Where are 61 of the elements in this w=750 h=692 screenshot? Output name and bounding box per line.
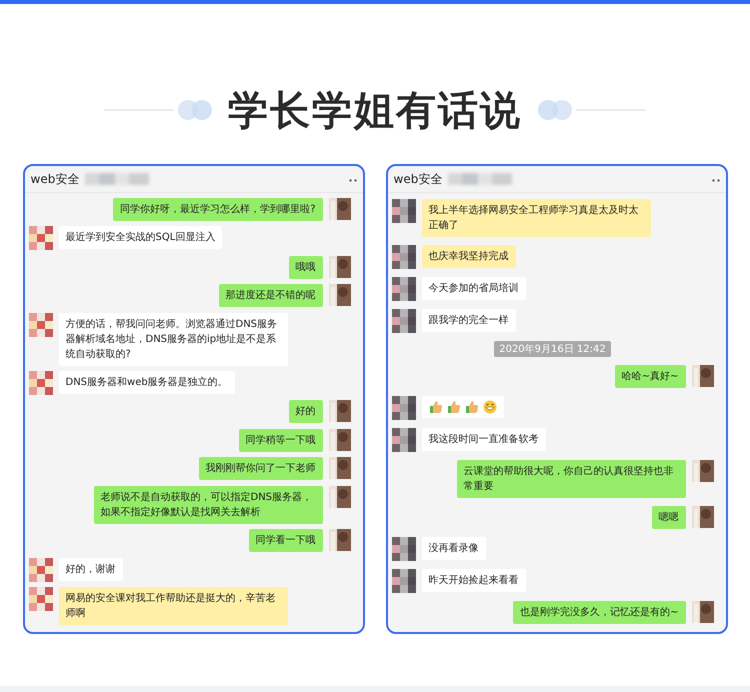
avatar-icon <box>692 365 714 387</box>
blurred-avatar-icon <box>392 245 416 269</box>
message-bubble: 哦哦 <box>288 256 322 279</box>
message-bubble: 我上半年选择网易安全工程师学习真是太及时太正确了 <box>422 199 650 237</box>
timestamp: 2020年9月16日 12:42 <box>494 341 611 357</box>
blurred-avatar-icon <box>392 277 416 301</box>
message-bubble: 云课堂的帮助很大呢，你自己的认真很坚持也非常重要 <box>456 460 686 498</box>
message-bubble: 同学稍等一下哦 <box>238 428 322 452</box>
message-bubble: 也是刚学完没多久，记忆还是有的~ <box>513 601 686 624</box>
avatar-icon <box>328 198 350 220</box>
avatar-icon <box>328 400 350 422</box>
thumbs-up-icon <box>464 400 478 414</box>
message-bubble: 那进度还是不错的呢 <box>218 284 322 308</box>
avatar-icon <box>692 601 714 623</box>
grin-icon <box>482 400 496 414</box>
more-icon[interactable] <box>712 178 720 182</box>
avatar-icon <box>692 506 714 528</box>
avatar-icon <box>328 486 350 508</box>
thumbs-up-icon <box>428 400 442 414</box>
blurred-avatar-icon <box>28 370 52 395</box>
message-bubble: 哈哈~真好~ <box>614 365 686 388</box>
blurred-avatar-icon <box>392 396 416 420</box>
chat-title: web安全 <box>394 170 442 188</box>
thumbs-up-icon <box>446 400 460 414</box>
avatar-icon <box>328 457 350 480</box>
message-bubble: 老师说不是自动获取的，可以指定DNS服务器，如果不指定好像默认是找网关去解析 <box>94 486 322 524</box>
blurred-avatar-icon <box>392 569 416 593</box>
message-bubble: 同学看一下哦 <box>248 529 322 552</box>
avatar-icon <box>328 256 350 278</box>
decoration-icon <box>104 99 214 121</box>
message-bubble: 没再看录像 <box>422 537 486 560</box>
message-bubble: 跟我学的完全一样 <box>422 309 516 332</box>
avatar-icon <box>328 428 350 451</box>
message-bubble: DNS服务器和web服务器是独立的。 <box>58 370 235 394</box>
more-icon[interactable] <box>348 178 356 182</box>
blurred-avatar-icon <box>392 309 416 333</box>
message-bubble: 嗯嗯 <box>652 506 686 529</box>
blurred-avatar-icon <box>392 199 416 223</box>
blurred-avatar-icon <box>392 428 416 452</box>
message-bubble: 最近学到安全实战的SQL回显注入 <box>58 226 222 250</box>
message-bubble: 昨天开始捡起来看看 <box>422 569 526 592</box>
message-bubble: 好的，谢谢 <box>58 558 122 581</box>
message-bubble: 好的 <box>288 400 322 424</box>
chat-title: web安全 <box>30 170 80 188</box>
page-heading: 学长学姐有话说 <box>228 86 522 136</box>
message-bubble: 网易的安全课对我工作帮助还是挺大的，辛苦老师啊 <box>58 587 288 626</box>
message-bubble: 也庆幸我坚持完成 <box>422 245 516 268</box>
message-bubble: 今天参加的省局培训 <box>422 277 526 300</box>
avatar-icon <box>692 460 714 482</box>
blurred-avatar-icon <box>28 226 52 250</box>
decoration-icon <box>536 99 646 121</box>
message-bubble: 同学你好呀，最近学习怎么样，学到哪里啦? <box>113 198 322 221</box>
avatar-icon <box>328 529 350 552</box>
blurred-avatar-icon <box>392 537 416 561</box>
blurred-avatar-icon <box>28 587 52 612</box>
avatar-icon <box>328 284 350 306</box>
blurred-avatar-icon <box>28 312 52 337</box>
blurred-avatar-icon <box>28 558 52 582</box>
message-bubble: 我这段时间一直准备软考 <box>422 428 546 451</box>
message-bubble: 方便的话，帮我问问老师。浏览器通过DNS服务器解析域名地址，DNS服务器的ip地址是不是系统自动获取的? <box>58 312 288 366</box>
message-bubble: 我刚刚帮你问了一下老师 <box>198 457 322 480</box>
